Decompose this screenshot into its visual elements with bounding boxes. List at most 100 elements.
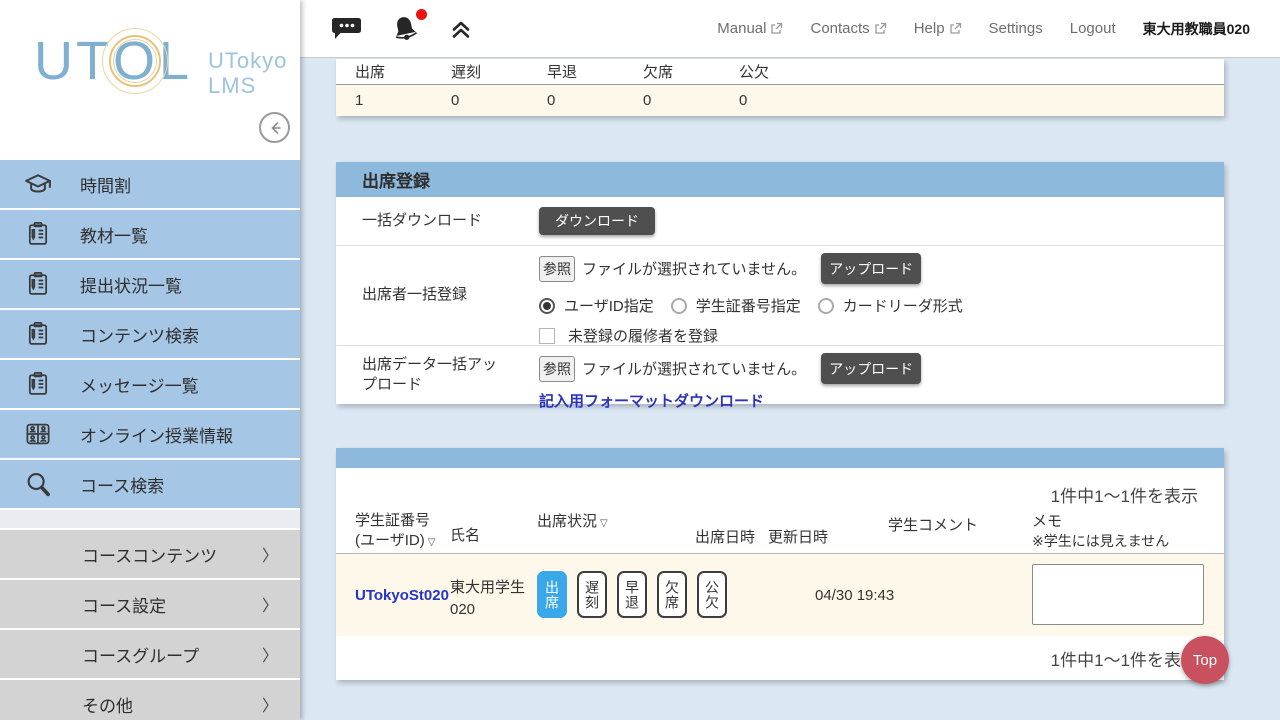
section-title: 出席登録 [336, 162, 1224, 197]
upload-button[interactable]: アップロード [821, 253, 921, 284]
status-button-early-leave[interactable]: 早退 [617, 571, 647, 618]
graduation-cap-icon [22, 168, 54, 200]
sidebar-item-label: コースグループ [82, 642, 262, 667]
col-student-id[interactable]: 学生証番号 (ユーザID)▽ [355, 511, 435, 550]
logo-wordmark: UTOL [34, 34, 192, 88]
sidebar-item-label: コース検索 [80, 472, 164, 497]
radio-user-id-label[interactable]: ユーザID指定 [564, 295, 654, 316]
sidebar-item-timetable[interactable]: 時間割 [0, 160, 300, 208]
chevron-right-icon: 〉 [262, 542, 278, 566]
current-user-name: 東大用教職員020 [1143, 19, 1250, 39]
logout-link[interactable]: Logout [1070, 20, 1116, 37]
sidebar-item-label: コースコンテンツ [82, 542, 262, 567]
sidebar-item-content-search[interactable]: コンテンツ検索 [0, 310, 300, 358]
external-link-icon [770, 22, 783, 35]
sidebar-item-label: メッセージ一覧 [80, 372, 199, 397]
chevron-right-icon: 〉 [262, 592, 278, 616]
bulk-download-label: 一括ダウンロード [336, 197, 539, 245]
format-download-link[interactable]: 記入用フォーマットダウンロード [539, 390, 764, 411]
attendance-registration-section: 出席登録 一括ダウンロード ダウンロード 出席者一括登録 参照 ファイルが選択さ… [336, 162, 1224, 404]
col-absent: 欠席 [643, 61, 739, 82]
sidebar-item-messages[interactable]: メッセージ一覧 [0, 360, 300, 408]
app-root: UTOL UTokyo LMS 時間割 教材一覧 [0, 0, 1280, 720]
sidebar-divider [0, 510, 300, 528]
col-student-comment: 学生コメント [888, 516, 978, 536]
radio-card-reader[interactable] [818, 298, 834, 314]
val-late: 0 [451, 92, 547, 109]
no-file-selected-text: ファイルが選択されていません。 [582, 258, 806, 279]
clipboard-icon [22, 368, 54, 400]
sidebar-collapse-button[interactable] [259, 112, 290, 143]
attendance-summary-table: 出席 遅刻 早退 欠席 公欠 1 0 0 0 0 [336, 59, 1224, 116]
col-early-leave: 早退 [547, 61, 643, 82]
radio-student-card-number[interactable] [671, 298, 687, 314]
register-unenrolled-label[interactable]: 未登録の履修者を登録 [568, 325, 718, 346]
sidebar: UTOL UTokyo LMS 時間割 教材一覧 [0, 0, 300, 720]
sidebar-item-course-group[interactable]: コースグループ 〉 [0, 630, 300, 678]
status-button-absent[interactable]: 欠席 [657, 571, 687, 618]
sort-icon[interactable]: ▽ [428, 537, 436, 548]
register-unenrolled-checkbox[interactable] [539, 328, 555, 344]
chevron-right-icon: 〉 [262, 692, 278, 716]
messages-icon[interactable] [332, 15, 362, 43]
browse-button[interactable]: 参照 [539, 356, 575, 382]
upload-button[interactable]: アップロード [821, 353, 921, 384]
logo-o: O [113, 31, 158, 91]
col-attend: 出席 [355, 61, 451, 82]
download-button[interactable]: ダウンロード [539, 207, 655, 235]
sidebar-item-course-search[interactable]: コース検索 [0, 460, 300, 508]
sidebar-item-label: 教材一覧 [80, 222, 148, 247]
sidebar-item-label: 時間割 [80, 172, 131, 197]
val-absent: 0 [643, 92, 739, 109]
val-excused: 0 [739, 92, 835, 109]
help-link[interactable]: Help [914, 20, 962, 37]
sidebar-item-label: オンライン授業情報 [80, 422, 233, 447]
arrow-left-icon [267, 120, 283, 136]
status-button-excused[interactable]: 公欠 [697, 571, 727, 618]
external-link-icon [874, 22, 887, 35]
notifications-bell-icon[interactable] [388, 13, 422, 45]
sidebar-item-course-contents[interactable]: コースコンテンツ 〉 [0, 530, 300, 578]
attendee-bulk-register-row: 出席者一括登録 参照 ファイルが選択されていません。 アップロード ユーザID指… [336, 245, 1224, 345]
radio-card-reader-label[interactable]: カードリーダ形式 [843, 295, 963, 316]
search-icon [22, 468, 54, 500]
col-update-time: 更新日時 [768, 528, 828, 548]
col-status[interactable]: 出席状況▽ [537, 512, 608, 532]
sidebar-item-submissions[interactable]: 提出状況一覧 [0, 260, 300, 308]
logo-ut: UT [34, 34, 112, 88]
summary-data-row: 1 0 0 0 0 [336, 85, 1224, 116]
col-excused: 公欠 [739, 61, 835, 82]
student-row: UTokyoSt020 東大用学生020 出席 遅刻 早退 欠席 公欠 04/3… [336, 554, 1224, 636]
browse-button[interactable]: 参照 [539, 256, 575, 282]
clipboard-icon [22, 218, 54, 250]
result-count-top: 1件中1〜1件を表示 [336, 468, 1224, 507]
settings-link[interactable]: Settings [989, 20, 1043, 37]
sort-icon[interactable]: ▽ [600, 518, 608, 529]
status-button-attend[interactable]: 出席 [537, 571, 567, 618]
memo-textarea[interactable] [1032, 564, 1204, 625]
people-grid-icon [22, 418, 54, 450]
sidebar-item-online-class-info[interactable]: オンライン授業情報 [0, 410, 300, 458]
radio-user-id[interactable] [539, 298, 555, 314]
table-header-row: 学生証番号 (ユーザID)▽ 氏名 出席状況▽ 出席日時 更新日時 学生コメント… [336, 507, 1224, 554]
radio-student-card-number-label[interactable]: 学生証番号指定 [696, 295, 801, 316]
status-button-late[interactable]: 遅刻 [577, 571, 607, 618]
external-link-icon [949, 22, 962, 35]
logo-subtitle: UTokyo LMS [208, 48, 287, 99]
chevron-right-icon: 〉 [262, 642, 278, 666]
sidebar-item-course-settings[interactable]: コース設定 〉 [0, 580, 300, 628]
manual-link[interactable]: Manual [717, 20, 783, 37]
sidebar-item-materials[interactable]: 教材一覧 [0, 210, 300, 258]
sidebar-item-label: 提出状況一覧 [80, 272, 182, 297]
notification-badge [416, 9, 427, 20]
sidebar-item-others[interactable]: その他 〉 [0, 680, 300, 720]
student-id-link[interactable]: UTokyoSt020 [355, 587, 449, 604]
collapse-up-icon[interactable] [448, 16, 474, 42]
val-early-leave: 0 [547, 92, 643, 109]
bulk-download-row: 一括ダウンロード ダウンロード [336, 197, 1224, 245]
scroll-to-top-button[interactable]: Top [1181, 636, 1229, 684]
contacts-link[interactable]: Contacts [810, 20, 886, 37]
table-top-bar [336, 448, 1224, 468]
clipboard-icon [22, 318, 54, 350]
student-attendance-table: 1件中1〜1件を表示 学生証番号 (ユーザID)▽ 氏名 出席状況▽ 出席日時 … [336, 448, 1224, 680]
